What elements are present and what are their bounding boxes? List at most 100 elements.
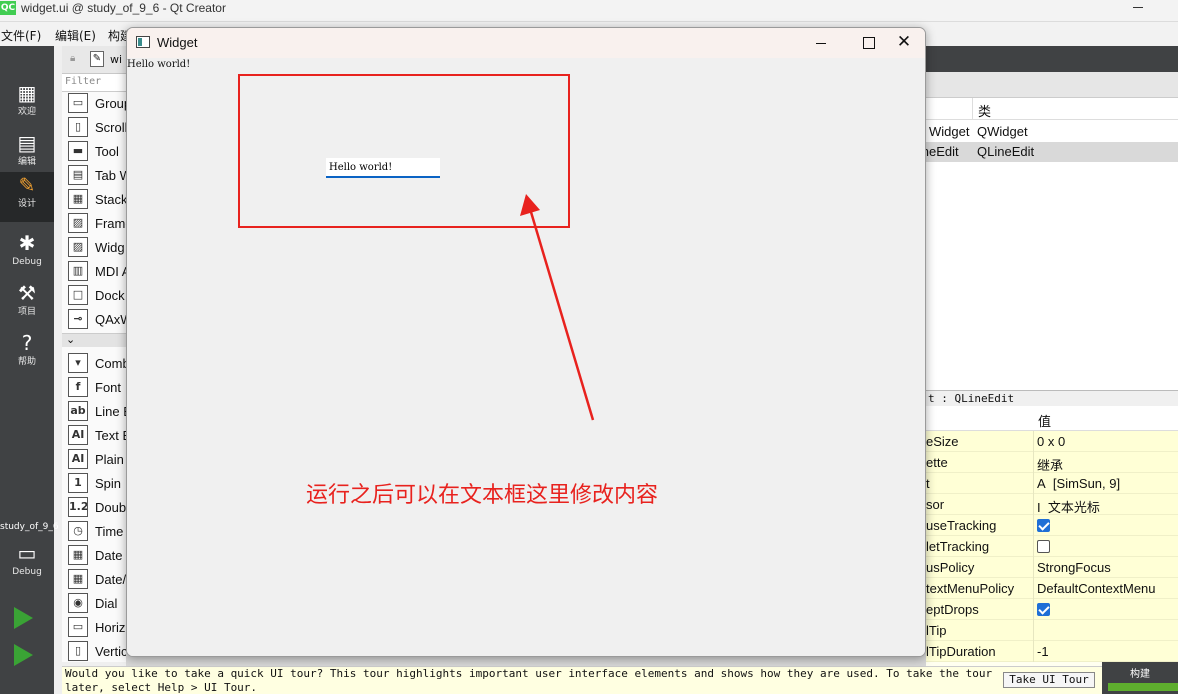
property-table: eSize 0 x 0 ette 继承 t A [SimSun, 9] sor I 文本光标 u… (926, 431, 1178, 666)
widget-box-item[interactable]: ▦ Date (66, 544, 126, 568)
widget-box-item[interactable]: ▦ Stack (66, 188, 126, 212)
minimize-button[interactable] (1126, 0, 1150, 14)
ui-file-icon: ✎ (90, 51, 104, 67)
property-row[interactable]: eptDrops (926, 599, 1178, 620)
widget-box-label: Horiz (95, 620, 126, 635)
widget-box-item[interactable]: ▾ Comb (66, 352, 126, 376)
annotation-text: 运行之后可以在文本框这里修改内容 (306, 483, 659, 508)
object-row-widget[interactable]: Widget QWidget (926, 122, 1178, 142)
object-class: QLineEdit (977, 144, 1035, 159)
property-row[interactable]: letTracking (926, 536, 1178, 557)
widget-box-label: Font (95, 380, 122, 395)
widget-type-icon: ▥ (68, 261, 88, 281)
object-name: Widget (929, 124, 970, 139)
widget-box-category-header[interactable]: ⌄ (62, 333, 126, 347)
widget-box-item[interactable]: 1.2 Doub (66, 496, 126, 520)
mode-welcome[interactable]: ▦ 欢迎 (0, 80, 54, 130)
property-value: A [SimSun, 9] (1037, 476, 1121, 491)
kit-project-name: study_of_9_6 (0, 522, 59, 532)
window-title: widget.ui @ study_of_9_6 - Qt Creator (21, 1, 226, 15)
mode-label: Debug (12, 257, 42, 267)
kit-selector[interactable]: ▭ Debug (0, 540, 54, 590)
hello-label: Hello world! (127, 59, 191, 70)
property-row[interactable]: ette 继承 (926, 452, 1178, 473)
widget-box-item[interactable]: ▬ Tool (66, 140, 126, 164)
widget-box-label: Date (95, 548, 123, 563)
widget-box-item[interactable]: ⊸ QAxW (66, 308, 126, 332)
widget-box-item[interactable]: ▭ Horiz (66, 616, 126, 640)
property-row[interactable]: lTipDuration -1 (926, 641, 1178, 662)
property-row[interactable]: textMenuPolicy DefaultContextMenu (926, 578, 1178, 599)
widget-box-item[interactable]: ▥ MDI A (66, 260, 126, 284)
widget-box-item[interactable]: ◷ Time (66, 520, 126, 544)
run-button[interactable] (14, 607, 40, 635)
widget-box-item[interactable]: ab Line E (66, 400, 126, 424)
object-class: QWidget (977, 124, 1028, 139)
widget-box-item[interactable]: □ Dock (66, 284, 126, 308)
window-minimize-button[interactable] (799, 28, 845, 58)
widget-type-icon: ▯ (68, 117, 88, 137)
widget-box-item[interactable]: ▦ Date/ (66, 568, 126, 592)
widget-type-icon: ▨ (68, 237, 88, 257)
open-file-tab[interactable]: wi (110, 53, 122, 66)
widget-box-item[interactable]: ▭ Group (66, 92, 126, 116)
widget-box-label: Spin (95, 476, 122, 491)
property-name: t (926, 476, 930, 491)
property-value: StrongFocus (1037, 560, 1111, 575)
window-close-button[interactable]: ✕ (881, 28, 925, 58)
mode-design[interactable]: ✎ 设计 (0, 172, 54, 222)
mode-help[interactable]: ? 帮助 (0, 330, 54, 380)
widget-type-icon: ▨ (68, 213, 88, 233)
property-row[interactable]: eSize 0 x 0 (926, 431, 1178, 452)
mode-debug[interactable]: ✱ Debug (0, 230, 54, 280)
class-column-header: 类 (978, 105, 992, 120)
widget-box-label: Time (95, 524, 124, 539)
widget-box-item[interactable]: ▨ Widg (66, 236, 126, 260)
widget-box-item[interactable]: ▨ Frame (66, 212, 126, 236)
property-row[interactable]: useTracking (926, 515, 1178, 536)
widget-box-label: Plain (95, 452, 124, 467)
widget-box-label: Vertic (95, 644, 126, 659)
screen: QC widget.ui @ study_of_9_6 - Qt Creator… (0, 0, 1178, 694)
property-row[interactable]: usPolicy StrongFocus (926, 557, 1178, 578)
widget-filter-input[interactable]: Filter (62, 74, 126, 92)
property-editor-columns: 值 (926, 406, 1178, 431)
property-checkbox[interactable] (1037, 540, 1050, 553)
build-progress-bar (1108, 683, 1178, 691)
ui-tour-message: Would you like to take a quick UI tour? … (65, 667, 993, 694)
property-checkbox[interactable] (1037, 519, 1050, 532)
widget-box-label: Stack (95, 192, 126, 207)
property-checkbox[interactable] (1037, 603, 1050, 616)
widget-type-icon: ◉ (68, 593, 88, 613)
widget-type-icon: ▤ (68, 165, 88, 185)
annotation-highlight-box (238, 74, 570, 228)
widget-box-item[interactable]: ▯ Vertic (66, 640, 126, 662)
widget-box-item[interactable]: ◉ Dial (66, 592, 126, 616)
widget-box-item[interactable]: AI Text E (66, 424, 126, 448)
widget-box-label: Text E (95, 428, 126, 443)
property-row[interactable]: sor I 文本光标 (926, 494, 1178, 515)
widget-type-icon: 1.2 (68, 497, 88, 517)
property-row[interactable]: t A [SimSun, 9] (926, 473, 1178, 494)
property-name: lTip (926, 623, 947, 638)
widget-type-icon: ▦ (68, 545, 88, 565)
mode-projects[interactable]: ⚒ 项目 (0, 280, 54, 330)
widget-box-label: Tab W (95, 168, 126, 183)
widget-box-item[interactable]: f Font (66, 376, 126, 400)
mode-label: 欢迎 (17, 107, 36, 117)
debug-run-button[interactable] (14, 644, 40, 672)
menu-edit[interactable]: 编辑(E) (55, 27, 96, 44)
widget-box-label: Date/ (95, 572, 126, 587)
widget-box-item[interactable]: AI Plain (66, 448, 126, 472)
object-row-lineedit[interactable]: lineEdit QLineEdit (916, 142, 1178, 162)
menu-file[interactable]: 文件(F) (1, 27, 41, 44)
widget-box-item[interactable]: ▤ Tab W (66, 164, 126, 188)
widget-box-item[interactable]: 1 Spin (66, 472, 126, 496)
widget-type-icon: AI (68, 425, 88, 445)
value-column-header: 值 (1038, 415, 1052, 430)
property-name: letTracking (926, 539, 990, 554)
widget-box-item[interactable]: ▯ Scroll (66, 116, 126, 140)
property-row[interactable]: lTip (926, 620, 1178, 641)
take-ui-tour-button[interactable]: Take UI Tour (1003, 672, 1095, 688)
filter-placeholder: Filter (65, 76, 102, 87)
